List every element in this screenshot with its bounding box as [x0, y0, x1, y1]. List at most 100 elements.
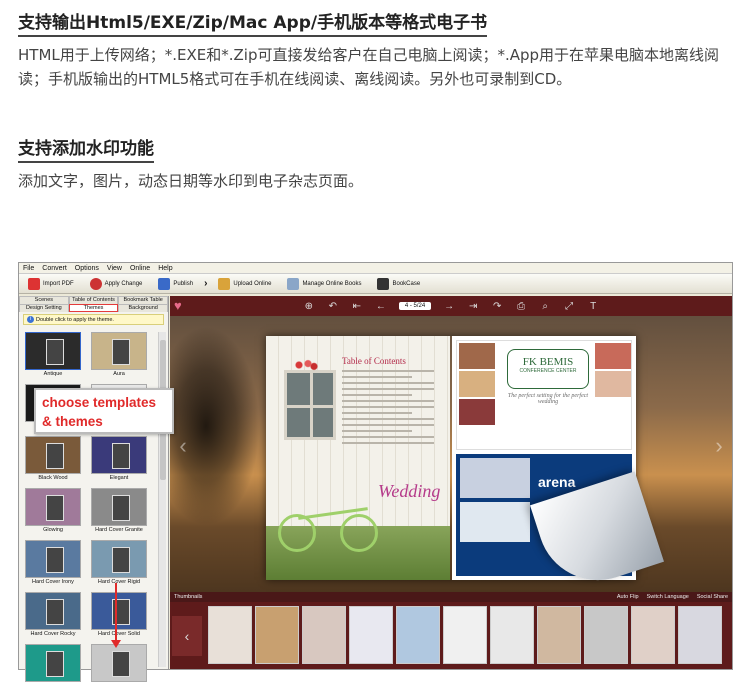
manage-online-books-button[interactable]: Manage Online Books — [282, 276, 366, 292]
bemis-ad: FK BEMIS CONFERENCE CENTER The perfect s… — [456, 340, 632, 450]
theme-item[interactable]: Aura — [89, 332, 149, 380]
page-thumbnail[interactable] — [537, 606, 581, 664]
toc-line — [342, 382, 434, 384]
tab-scenes[interactable]: Scenes — [19, 296, 69, 304]
thumb-prev-icon[interactable]: ‹ — [172, 616, 202, 656]
left-page[interactable]: Table of Contents Wedding — [266, 336, 450, 580]
tab-design-setting[interactable]: Design Setting — [19, 304, 69, 312]
theme-label: Elegant — [109, 475, 129, 481]
ad-photo — [459, 343, 495, 369]
theme-thumbnail — [25, 436, 81, 474]
theme-item[interactable]: Hard Cover Rocky — [23, 592, 83, 640]
bookcase-label: BookCase — [392, 280, 421, 287]
page-thumbnail[interactable] — [208, 606, 252, 664]
theme-label: Hard Cover Solid — [98, 631, 140, 637]
left-panel: Scenes Table of Contents Bookmark Table … — [19, 296, 169, 682]
toc-line — [342, 388, 434, 390]
ad-photo — [459, 399, 495, 425]
theme-thumbnail — [25, 488, 81, 526]
tab-themes[interactable]: Themes — [68, 304, 119, 312]
next-arrow-icon[interactable]: › — [710, 416, 728, 476]
tab-background[interactable]: Background — [118, 304, 169, 312]
theme-item[interactable]: Hard Cover Granite — [89, 488, 149, 536]
wedding-title: Wedding — [378, 481, 441, 501]
theme-thumbnail — [91, 436, 147, 474]
prev-page-icon[interactable]: ← — [375, 301, 387, 312]
toc-line — [342, 418, 434, 420]
publish-button[interactable]: Publish — [153, 276, 198, 292]
theme-item[interactable]: Antique — [23, 332, 83, 380]
menu-online[interactable]: Online — [130, 265, 150, 272]
callout-line1: choose templates — [42, 395, 157, 410]
page-thumbnail[interactable] — [396, 606, 440, 664]
tab-table-of-contents[interactable]: Table of Contents — [68, 296, 119, 304]
prev-arrow-icon[interactable]: ‹ — [174, 416, 192, 476]
theme-thumbnail — [25, 540, 81, 578]
bemis-name: FK BEMIS — [522, 356, 574, 368]
auto-flip-button[interactable]: Auto Flip — [617, 594, 639, 600]
ad-photo — [595, 343, 631, 369]
flip-book[interactable]: Table of Contents Wedding FK BEMIS CONFE… — [266, 336, 664, 596]
theme-item[interactable]: Hard Cover Solid — [89, 592, 149, 640]
menu-help[interactable]: Help — [158, 265, 172, 272]
switch-language-button[interactable]: Switch Language — [647, 594, 689, 600]
page-thumbnail[interactable] — [678, 606, 722, 664]
social-share-button[interactable]: Social Share — [697, 594, 728, 600]
undo-icon[interactable]: ↶ — [327, 301, 339, 312]
page-thumbnail[interactable] — [490, 606, 534, 664]
page-thumbnail[interactable] — [443, 606, 487, 664]
page-indicator[interactable]: 4 - 5/24 — [398, 302, 432, 310]
theme-item[interactable]: Hard Cover Rigid — [89, 540, 149, 588]
theme-thumbnail — [25, 332, 81, 370]
first-page-icon[interactable]: ⇤ — [351, 301, 363, 312]
bicycle-wheel — [278, 514, 316, 552]
theme-label: Hard Cover Rigid — [97, 579, 141, 585]
search-icon[interactable]: ⌕ — [539, 301, 551, 312]
share-icon[interactable]: ↷ — [491, 301, 503, 312]
next-page-icon[interactable]: → — [443, 301, 455, 312]
theme-label: Glowing — [43, 527, 63, 533]
last-page-icon[interactable]: ⇥ — [467, 301, 479, 312]
bookcase-button[interactable]: BookCase — [372, 276, 425, 292]
theme-item[interactable]: Black Wood — [23, 436, 83, 484]
page-thumbnail[interactable] — [349, 606, 393, 664]
page-thumbnail[interactable] — [584, 606, 628, 664]
arena-logo: arena — [538, 474, 576, 490]
menu-view[interactable]: View — [107, 265, 122, 272]
themes-scrollbar[interactable] — [158, 332, 166, 667]
print-icon[interactable]: ⎙ — [515, 301, 527, 312]
theme-thumbnail — [91, 540, 147, 578]
theme-item[interactable]: Hard Cover Irony — [23, 540, 83, 588]
toc-line — [342, 430, 412, 432]
toc-line — [342, 412, 412, 414]
menu-convert[interactable]: Convert — [42, 265, 67, 272]
zoom-in-icon[interactable]: ⊕ — [303, 301, 315, 312]
upload-online-button[interactable]: Upload Online — [213, 276, 276, 292]
ad-photo — [595, 371, 631, 397]
themes-grid: Antique Aura Black Wood Elegant Glowing Hard … — [23, 332, 155, 692]
toolbar-arrow-icon: › — [204, 278, 208, 289]
theme-item[interactable]: Glowing — [23, 488, 83, 536]
fullscreen-icon[interactable]: ⤢ — [563, 301, 575, 312]
import-pdf-button[interactable]: Import PDF — [23, 276, 79, 292]
theme-thumbnail — [25, 592, 81, 630]
text-icon[interactable]: T — [587, 301, 599, 312]
page-thumbnail[interactable] — [255, 606, 299, 664]
theme-item[interactable] — [23, 644, 83, 692]
page-thumbnail[interactable] — [631, 606, 675, 664]
page-thumbnail[interactable] — [302, 606, 346, 664]
theme-label: Aura — [113, 371, 125, 377]
theme-item[interactable] — [89, 644, 149, 692]
apply-change-button[interactable]: Apply Change — [85, 276, 148, 292]
left-tabs-row2: Design Setting Themes Background — [19, 304, 169, 312]
menu-options[interactable]: Options — [75, 265, 99, 272]
hint-bar: Double click to apply the theme. — [23, 314, 164, 325]
thumbnails-label[interactable]: Thumbnails — [174, 594, 202, 600]
tab-bookmark-table[interactable]: Bookmark Table — [118, 296, 169, 304]
menu-file[interactable]: File — [23, 265, 34, 272]
theme-item[interactable]: Elegant — [89, 436, 149, 484]
section-title: 支持添加水印功能 — [18, 134, 154, 163]
toc-line — [342, 406, 434, 408]
section-body: HTML用于上传网络；*.EXE和*.Zip可直接发给客户在自己电脑上阅读；*.… — [18, 46, 720, 88]
book-viewer: ♥ ⊕ ↶ ⇤ ← 4 - 5/24 → ⇥ ↷ ⎙ ⌕ ⤢ T ‹ › Tab… — [170, 296, 732, 669]
